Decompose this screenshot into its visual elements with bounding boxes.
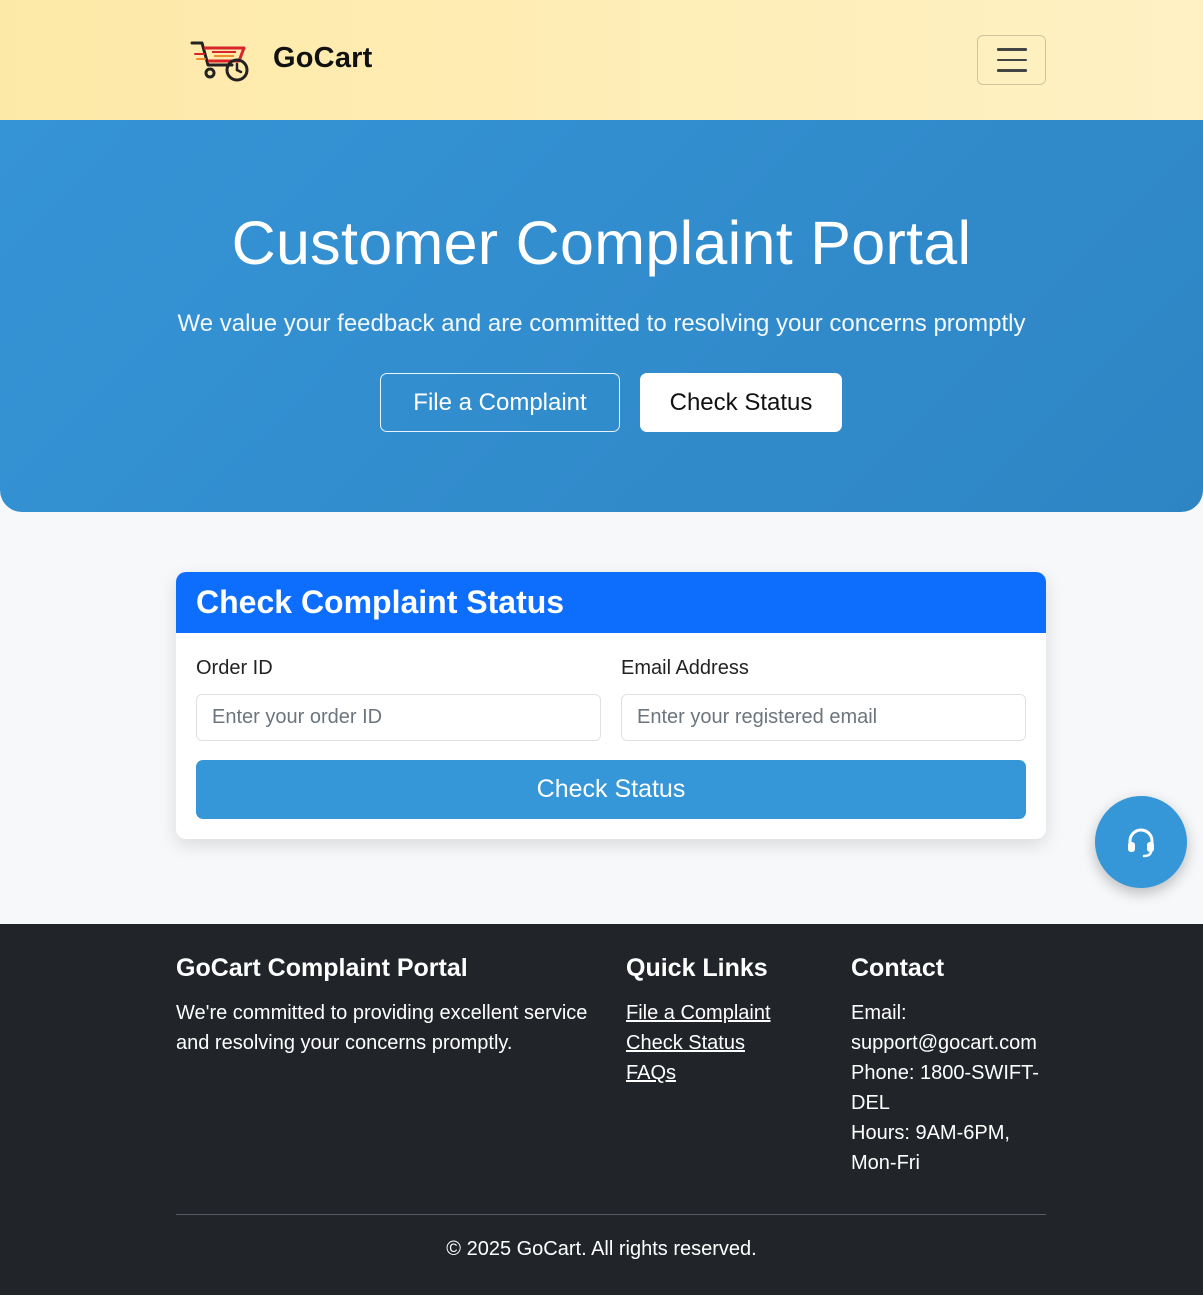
order-id-group: Order ID [196,657,601,741]
footer-link-faqs[interactable]: FAQs [626,1062,676,1084]
contact-phone: Phone: 1800-SWIFT-DEL [851,1062,1039,1114]
check-status-hero-button[interactable]: Check Status [640,373,842,432]
status-card: Check Complaint Status Order ID Email Ad… [176,572,1046,839]
contact-email: Email: support@gocart.com [851,1002,1037,1054]
check-status-submit-button[interactable]: Check Status [196,760,1026,819]
navbar: GoCart [0,0,1203,120]
contact-hours: Hours: 9AM-6PM, Mon-Fri [851,1122,1010,1174]
footer-about: GoCart Complaint Portal We're committed … [176,954,616,1058]
footer: GoCart Complaint Portal We're committed … [0,924,1203,1295]
footer-divider [176,1214,1046,1215]
brand-link[interactable]: GoCart [190,34,373,82]
order-id-input[interactable] [196,694,601,741]
footer-links: Quick Links File a Complaint Check Statu… [626,954,826,1088]
footer-link-check-status[interactable]: Check Status [626,1032,745,1054]
footer-about-text: We're committed to providing excellent s… [176,1002,588,1054]
support-chat-button[interactable] [1095,796,1187,888]
footer-about-heading: GoCart Complaint Portal [176,954,468,982]
menu-toggle-button[interactable] [977,35,1046,85]
headset-icon [1128,828,1154,858]
hero-subtitle: We value your feedback and are committed… [177,310,1026,337]
status-card-title: Check Complaint Status [176,572,1046,633]
hero-section: Customer Complaint Portal We value your … [0,120,1203,512]
footer-contact-heading: Contact [851,954,945,982]
email-group: Email Address [621,657,1026,741]
hero-title: Customer Complaint Portal [231,209,972,277]
email-input[interactable] [621,694,1026,741]
email-label: Email Address [621,657,749,679]
footer-contact: Contact Email: support@gocart.com Phone:… [851,954,1046,1178]
delivery-cart-icon [190,41,249,82]
footer-link-file-complaint[interactable]: File a Complaint [626,1002,771,1024]
hamburger-menu-icon [996,48,1027,51]
file-complaint-button[interactable]: File a Complaint [380,373,620,432]
footer-links-heading: Quick Links [626,954,768,982]
brand-name: GoCart [273,41,373,74]
order-id-label: Order ID [196,657,273,679]
copyright-text: © 2025 GoCart. All rights reserved. [446,1238,757,1260]
